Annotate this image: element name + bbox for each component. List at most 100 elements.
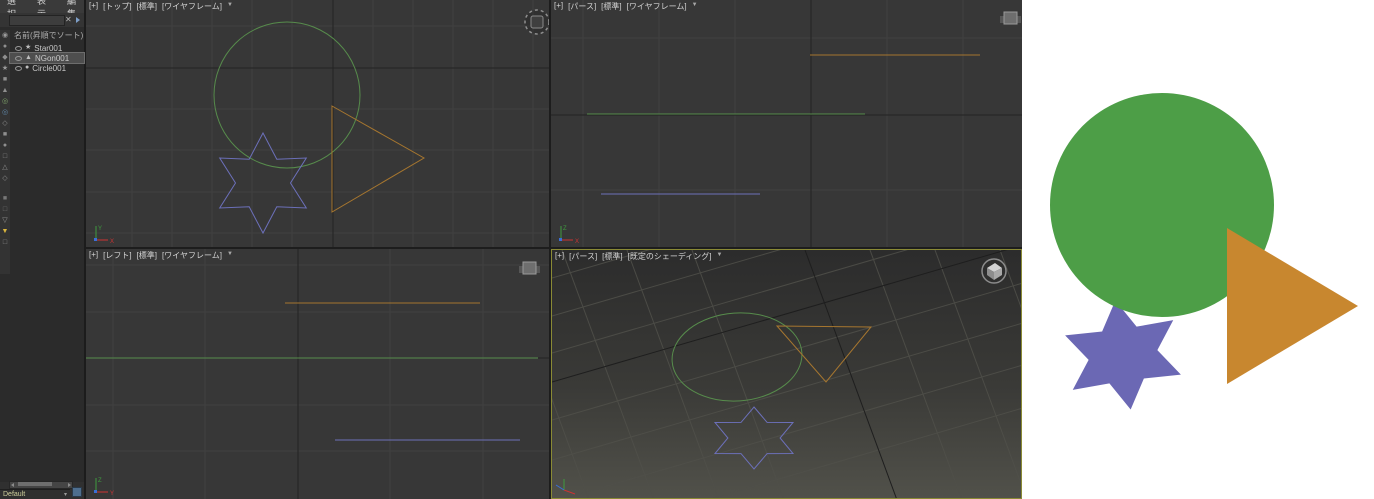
collapse-all-icon[interactable]: □	[3, 206, 7, 214]
viewport-menu-general[interactable]: [+]	[555, 251, 564, 262]
viewport-label: [+] [トップ] [標準] [ワイヤフレーム] ▼	[89, 1, 233, 12]
horizontal-scrollbar[interactable]	[9, 481, 73, 489]
xrefs-filter-icon[interactable]: □	[3, 153, 7, 161]
scroll-right-icon[interactable]	[68, 483, 71, 487]
svg-text:X: X	[110, 239, 114, 245]
sort-header[interactable]: 名前(昇順でソート)	[10, 27, 84, 43]
filter-icon-strip: ◉ ● ◆ ★ ■ ▲ ◎ ◎ ◇ ■ ● □ △ ◇ ■ □ ▽ ▼ □	[0, 30, 10, 274]
viewport-menu-shading[interactable]: [既定のシェーディング]	[628, 251, 712, 262]
viewport-label: [+] [レフト] [標準] [ワイヤフレーム] ▼	[89, 250, 233, 261]
viewport-menu-arrow-icon[interactable]: ▼	[717, 251, 723, 262]
viewport-canvas[interactable]: Y X	[86, 0, 549, 247]
visibility-eye-icon[interactable]	[15, 55, 22, 61]
axis-tripod: Y X	[94, 226, 114, 245]
circle-spline-wire[interactable]	[669, 309, 805, 406]
object-name: Circle001	[32, 63, 67, 73]
viewport-menu-general[interactable]: [+]	[554, 1, 563, 12]
viewport-left[interactable]: Z Y [+] [レフト] [標準] [ワイヤフレーム] ▼	[86, 249, 549, 499]
svg-text:Y: Y	[110, 491, 114, 497]
viewport-menu-arrow-icon[interactable]: ▼	[692, 1, 698, 12]
ngon-shape-icon: ▲	[25, 54, 32, 61]
viewport-top[interactable]: Y X [+] [トップ] [標準] [ワイヤフレーム] ▼	[86, 0, 549, 247]
viewport-menu-style[interactable]: [標準]	[137, 250, 157, 261]
preset-dropdown[interactable]: Default ▾	[0, 489, 70, 499]
groups-filter-icon[interactable]: △	[2, 164, 7, 172]
object-name: Star001	[34, 43, 63, 53]
viewport-menu-general[interactable]: [+]	[89, 1, 98, 12]
selection-sets-filter-icon[interactable]: ◇	[2, 175, 7, 183]
svg-text:Z: Z	[563, 226, 567, 232]
viewcube-mini-icon[interactable]	[1000, 11, 1021, 25]
viewport-front[interactable]: Z X [+] [パース] [標準] [ワイヤフレーム] ▼	[551, 0, 1022, 247]
explorer-search-row: ✕	[0, 13, 84, 27]
object-row-circle001[interactable]: ● Circle001	[10, 63, 84, 73]
axis-tripod: Z X	[559, 226, 579, 245]
viewcube-ring-icon[interactable]	[524, 9, 549, 35]
scroll-left-icon[interactable]	[11, 483, 14, 487]
viewport-quad-area: Y X [+] [トップ] [標準] [ワイヤフレーム] ▼ Z X [+] […	[86, 0, 1022, 499]
viewport-canvas[interactable]: Z Y	[86, 249, 549, 499]
search-input[interactable]	[9, 15, 65, 26]
filter-set-icon[interactable]: ▼	[2, 228, 9, 236]
search-options-icon[interactable]	[76, 17, 80, 23]
filter-icon[interactable]: ▽	[2, 217, 7, 225]
viewport-menu-shading[interactable]: [ワイヤフレーム]	[627, 1, 687, 12]
helpers-filter-icon[interactable]: ▲	[2, 87, 9, 95]
explorer-menubar: 選択 表示 編集	[0, 0, 84, 19]
cameras-filter-icon[interactable]: ■	[3, 76, 7, 84]
viewport-menu-style[interactable]: [標準]	[137, 1, 157, 12]
spacewarps-filter-icon[interactable]: ◎	[2, 98, 8, 106]
display-toggle-icon[interactable]: ◉	[2, 32, 8, 40]
star-spline-wire[interactable]	[218, 131, 308, 235]
circle-spline-wire[interactable]	[213, 21, 361, 169]
axis-tripod	[555, 479, 576, 495]
ngon-spline-wire[interactable]	[775, 325, 873, 383]
star-spline-wire[interactable]	[713, 406, 795, 470]
render-preview-panel	[1022, 0, 1374, 499]
object-name: NGon001	[34, 53, 70, 63]
expand-all-icon[interactable]: ■	[3, 195, 7, 203]
containers-filter-icon[interactable]: ■	[3, 131, 7, 139]
materials-filter-icon[interactable]: ●	[3, 142, 7, 150]
viewport-menu-pov[interactable]: [パース]	[569, 251, 597, 262]
viewport-menu-pov[interactable]: [トップ]	[103, 1, 131, 12]
visibility-eye-icon[interactable]	[15, 45, 22, 51]
geometry-filter-icon[interactable]: ●	[3, 43, 7, 51]
folder-icon[interactable]: □	[3, 239, 7, 247]
object-row-ngon001[interactable]: ▲ NGon001	[9, 52, 85, 64]
viewport-menu-pov[interactable]: [パース]	[568, 1, 596, 12]
viewcube-mini-icon[interactable]	[519, 261, 540, 275]
viewport-menu-pov[interactable]: [レフト]	[103, 250, 131, 261]
viewport-menu-arrow-icon[interactable]: ▼	[227, 1, 233, 12]
ngon-spline-wire[interactable]	[331, 105, 426, 213]
viewport-menu-style[interactable]: [標準]	[602, 251, 622, 262]
svg-text:Z: Z	[98, 478, 102, 484]
viewport-menu-general[interactable]: [+]	[89, 250, 98, 261]
chevron-down-icon: ▾	[63, 492, 67, 498]
scrollbar-thumb[interactable]	[18, 482, 52, 486]
viewport-perspective[interactable]: [+] [パース] [標準] [既定のシェーディング] ▼	[551, 249, 1022, 499]
star-shape-icon: ★	[25, 44, 32, 51]
viewport-canvas[interactable]: Z X	[551, 0, 1022, 247]
viewport-canvas[interactable]	[552, 250, 1021, 498]
viewcube-orbit-icon[interactable]	[981, 258, 1007, 284]
particles-filter-icon[interactable]: ◎	[2, 109, 8, 117]
axis-tripod: Z Y	[94, 478, 114, 497]
viewport-label: [+] [パース] [標準] [既定のシェーディング] ▼	[555, 251, 722, 262]
viewport-menu-style[interactable]: [標準]	[601, 1, 621, 12]
bones-filter-icon[interactable]: ◇	[2, 120, 7, 128]
explorer-body: ◉ ● ◆ ★ ■ ▲ ◎ ◎ ◇ ■ ● □ △ ◇ ■ □ ▽ ▼ □ 名前(昇順でソート) ★ Star001…	[0, 27, 85, 482]
triangle-shape-filled	[1227, 228, 1358, 384]
shapes-filter-icon[interactable]: ◆	[2, 54, 7, 62]
object-row-star001[interactable]: ★ Star001	[10, 43, 84, 53]
viewport-menu-shading[interactable]: [ワイヤフレーム]	[162, 1, 222, 12]
viewport-menu-shading[interactable]: [ワイヤフレーム]	[162, 250, 222, 261]
viewport-menu-arrow-icon[interactable]: ▼	[227, 250, 233, 261]
svg-text:X: X	[575, 239, 579, 245]
visibility-eye-icon[interactable]	[15, 65, 22, 71]
svg-text:Y: Y	[98, 226, 102, 232]
layout-chip-icon[interactable]	[72, 487, 82, 497]
search-clear-icon[interactable]: ✕	[65, 15, 72, 24]
circle-shape-icon: ●	[25, 64, 30, 71]
lights-filter-icon[interactable]: ★	[2, 65, 8, 73]
